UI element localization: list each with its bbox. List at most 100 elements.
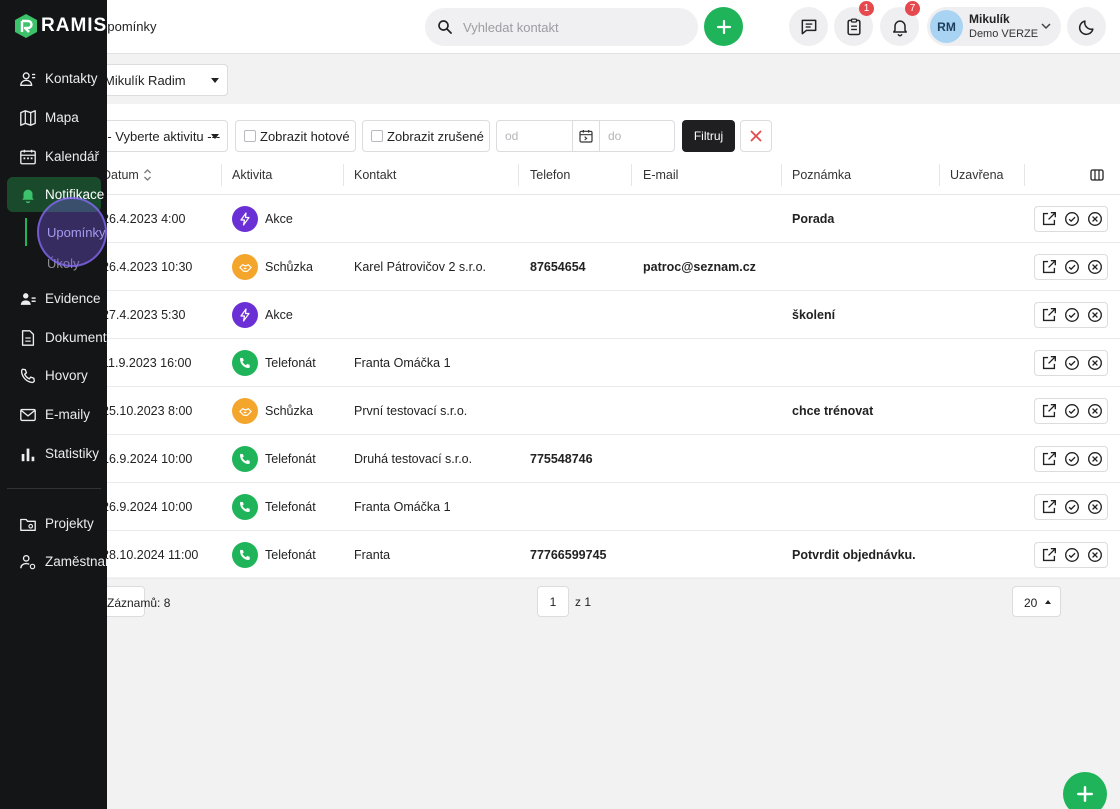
column-separator bbox=[343, 164, 344, 186]
sidebar-item-hovory[interactable]: Hovory bbox=[7, 358, 101, 393]
cancel-circle-icon[interactable] bbox=[1086, 354, 1104, 372]
table-header: Datum Aktivita Kontakt Telefon E-mail Po… bbox=[0, 156, 1120, 195]
check-circle-icon[interactable] bbox=[1063, 306, 1081, 324]
table-row[interactable]: 28.10.2024 11:00 Telefonát Franta 777665… bbox=[0, 531, 1120, 579]
table-row[interactable]: 25.10.2023 8:00 Schůzka První testovací … bbox=[0, 387, 1120, 435]
theme-toggle-button[interactable] bbox=[1067, 7, 1106, 46]
table-row[interactable]: 16.9.2024 10:00 Telefonát Druhá testovac… bbox=[0, 435, 1120, 483]
cancel-circle-icon[interactable] bbox=[1086, 546, 1104, 564]
user-menu[interactable]: RM Mikulík Demo VERZE bbox=[927, 7, 1061, 46]
show-cancelled-toggle[interactable]: Zobrazit zrušené bbox=[362, 120, 490, 152]
per-page-select[interactable]: 20 bbox=[1012, 586, 1061, 617]
open-external-icon[interactable] bbox=[1040, 498, 1058, 516]
cell-contact[interactable]: Franta Omáčka 1 bbox=[354, 356, 451, 370]
bell-icon bbox=[892, 19, 907, 36]
cell-contact[interactable]: Franta Omáčka 1 bbox=[354, 500, 451, 514]
activity-select[interactable]: -- Vyberte aktivitu --- bbox=[92, 120, 228, 152]
date-to-field[interactable] bbox=[600, 121, 674, 151]
activity-icon bbox=[232, 206, 258, 232]
check-circle-icon[interactable] bbox=[1063, 210, 1081, 228]
phone-icon bbox=[20, 368, 35, 383]
cell-date: 26.4.2023 4:00 bbox=[102, 212, 186, 226]
cancel-circle-icon[interactable] bbox=[1086, 498, 1104, 516]
cancel-circle-icon[interactable] bbox=[1086, 402, 1104, 420]
check-circle-icon[interactable] bbox=[1063, 450, 1081, 468]
activity-icon bbox=[232, 446, 258, 472]
check-circle-icon[interactable] bbox=[1063, 546, 1081, 564]
filter-button[interactable]: Filtruj bbox=[682, 120, 735, 152]
row-actions bbox=[1034, 542, 1108, 568]
check-circle-icon[interactable] bbox=[1063, 402, 1081, 420]
cancel-circle-icon[interactable] bbox=[1086, 210, 1104, 228]
logo-icon bbox=[15, 14, 37, 38]
sidebar-item-zamestnanci[interactable]: Zaměstnanci bbox=[7, 544, 107, 579]
user-select[interactable]: Mikulík Radim bbox=[92, 64, 228, 96]
sidebar-item-statistiky[interactable]: Statistiky bbox=[7, 436, 101, 471]
open-external-icon[interactable] bbox=[1040, 258, 1058, 276]
open-external-icon[interactable] bbox=[1040, 402, 1058, 420]
sidebar-item-mapa[interactable]: Mapa bbox=[7, 100, 101, 135]
open-external-icon[interactable] bbox=[1040, 450, 1058, 468]
activity-select-value: -- Vyberte aktivitu --- bbox=[103, 129, 221, 144]
logo[interactable]: RAMISYS bbox=[14, 13, 107, 39]
messages-button[interactable] bbox=[789, 7, 828, 46]
sort-icon[interactable] bbox=[143, 168, 152, 182]
show-done-checkbox[interactable] bbox=[244, 130, 256, 142]
sidebar-item-dokumenty[interactable]: Dokumenty bbox=[7, 320, 107, 355]
add-button[interactable] bbox=[704, 7, 743, 46]
column-header-datum[interactable]: Datum bbox=[102, 168, 139, 182]
sidebar-item-evidence[interactable]: Evidence bbox=[7, 281, 101, 316]
date-range-button[interactable] bbox=[572, 121, 600, 151]
columns-icon[interactable] bbox=[1090, 168, 1104, 182]
cell-contact[interactable]: Franta bbox=[354, 548, 390, 562]
sidebar-item-kontakty[interactable]: Kontakty bbox=[7, 61, 101, 96]
open-external-icon[interactable] bbox=[1040, 546, 1058, 564]
check-circle-icon[interactable] bbox=[1063, 258, 1081, 276]
date-to-input[interactable] bbox=[600, 121, 674, 151]
caret-down-icon bbox=[211, 134, 219, 139]
column-separator bbox=[518, 164, 519, 186]
handshake-icon bbox=[238, 263, 252, 272]
notifications-button[interactable]: 7 bbox=[880, 1, 920, 46]
table-row[interactable]: 26.4.2023 10:30 Schůzka Karel Pátrovičov… bbox=[0, 243, 1120, 291]
sidebar-item-emaily[interactable]: E-maily bbox=[7, 397, 101, 432]
activity-icon bbox=[232, 398, 258, 424]
date-from-field[interactable] bbox=[497, 121, 573, 151]
clear-filters-button[interactable] bbox=[740, 120, 772, 152]
cell-contact[interactable]: Druhá testovací s.r.o. bbox=[354, 452, 472, 466]
cell-contact[interactable]: První testovací s.r.o. bbox=[354, 404, 467, 418]
page-number-input[interactable]: 1 bbox=[537, 586, 569, 617]
floating-add-button[interactable] bbox=[1063, 772, 1107, 809]
date-from-input[interactable] bbox=[497, 121, 573, 151]
cell-phone[interactable]: 775548746 bbox=[530, 452, 593, 466]
sidebar-item-label: Zaměstnanci bbox=[45, 554, 107, 569]
sidebar-item-projekty[interactable]: Projekty bbox=[7, 506, 101, 541]
table-row[interactable]: 26.4.2023 4:00 Akce Porada bbox=[0, 195, 1120, 243]
table-row[interactable]: 11.9.2023 16:00 Telefonát Franta Omáčka … bbox=[0, 339, 1120, 387]
open-external-icon[interactable] bbox=[1040, 354, 1058, 372]
check-circle-icon[interactable] bbox=[1063, 354, 1081, 372]
cell-phone[interactable]: 77766599745 bbox=[530, 548, 606, 562]
show-cancelled-checkbox[interactable] bbox=[371, 130, 383, 142]
search-box[interactable] bbox=[425, 8, 698, 46]
table-row[interactable]: 27.4.2023 5:30 Akce školení bbox=[0, 291, 1120, 339]
table-row[interactable]: 26.9.2024 10:00 Telefonát Franta Omáčka … bbox=[0, 483, 1120, 531]
cell-phone[interactable]: 87654654 bbox=[530, 260, 586, 274]
show-done-toggle[interactable]: Zobrazit hotové bbox=[235, 120, 356, 152]
cancel-circle-icon[interactable] bbox=[1086, 450, 1104, 468]
cell-email[interactable]: patroc@seznam.cz bbox=[643, 260, 756, 274]
open-external-icon[interactable] bbox=[1040, 210, 1058, 228]
cancel-circle-icon[interactable] bbox=[1086, 306, 1104, 324]
phone-icon bbox=[240, 357, 250, 368]
cancel-circle-icon[interactable] bbox=[1086, 258, 1104, 276]
tasks-button[interactable]: 1 bbox=[834, 1, 874, 46]
cell-contact[interactable]: Karel Pátrovičov 2 s.r.o. bbox=[354, 260, 486, 274]
cell-date: 25.10.2023 8:00 bbox=[102, 404, 193, 418]
row-actions bbox=[1034, 398, 1108, 424]
sidebar-item-kalendar[interactable]: Kalendář bbox=[7, 139, 101, 174]
search-input[interactable] bbox=[463, 8, 688, 46]
check-circle-icon[interactable] bbox=[1063, 498, 1081, 516]
open-external-icon[interactable] bbox=[1040, 306, 1058, 324]
page-total: z 1 bbox=[575, 595, 592, 609]
record-count-label: Záznamů: 8 bbox=[107, 596, 171, 610]
